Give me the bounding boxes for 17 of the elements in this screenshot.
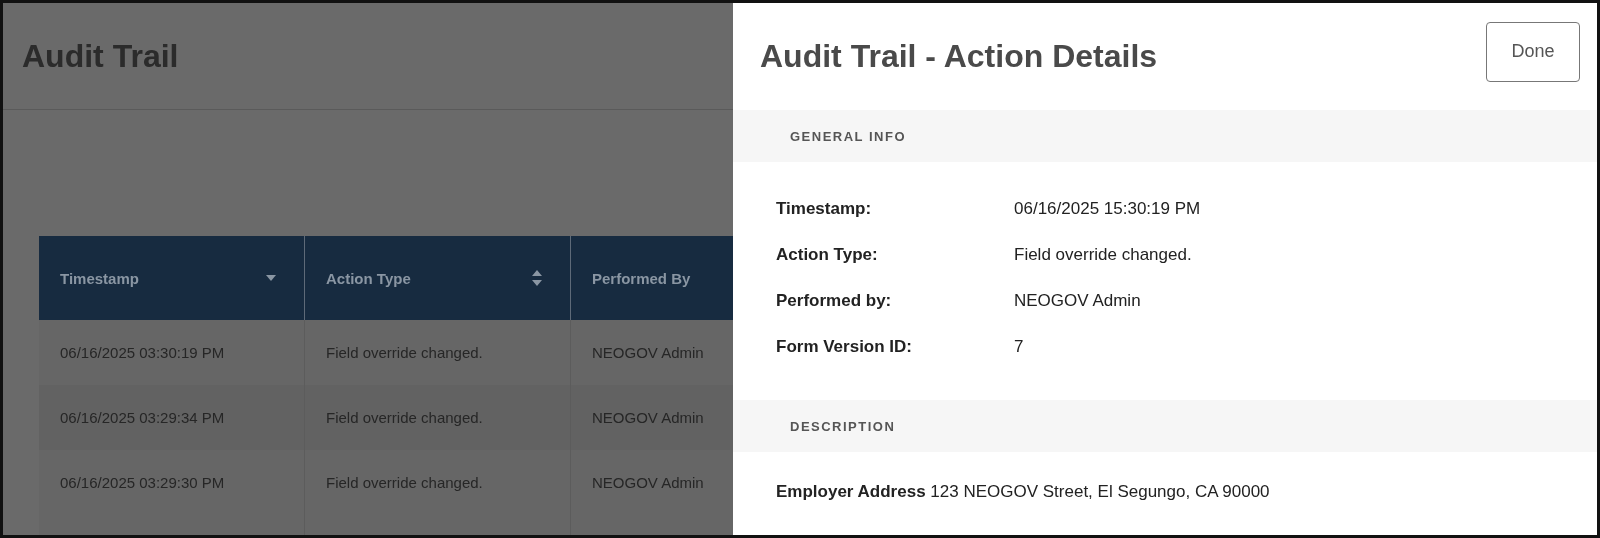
page-title: Audit Trail (22, 37, 179, 75)
field-value: 06/16/2025 15:30:19 PM (1014, 199, 1201, 219)
field-value: 7 (1014, 337, 1024, 357)
section-header: GENERAL INFO (733, 110, 1597, 162)
table-row[interactable]: 06/16/2025 03:29:30 PM Field override changed. NEOGOV Admin (39, 450, 733, 515)
table-row[interactable]: 06/16/2025 03:29:34 PM Field override changed. NEOGOV Admin (39, 385, 733, 450)
field-value: Field override changed. (1014, 245, 1192, 265)
done-button[interactable]: Done (1486, 21, 1580, 82)
section-header: DESCRIPTION (733, 400, 1597, 452)
panel-title: Audit Trail - Action Details (760, 38, 1158, 75)
field-label: Timestamp: (776, 199, 873, 219)
field-label: Performed by: (776, 291, 893, 311)
field-value: NEOGOV Admin (1014, 291, 1141, 311)
field-label: Action Type: (776, 245, 879, 265)
table-row[interactable]: 06/16/2025 03:30:19 PM Field override changed. NEOGOV Admin (39, 320, 733, 385)
description-text: Employer Address 123 NEOGOV Street, El Segungo, CA 90000 (776, 482, 1270, 501)
field-label: Form Version ID: (776, 337, 914, 357)
